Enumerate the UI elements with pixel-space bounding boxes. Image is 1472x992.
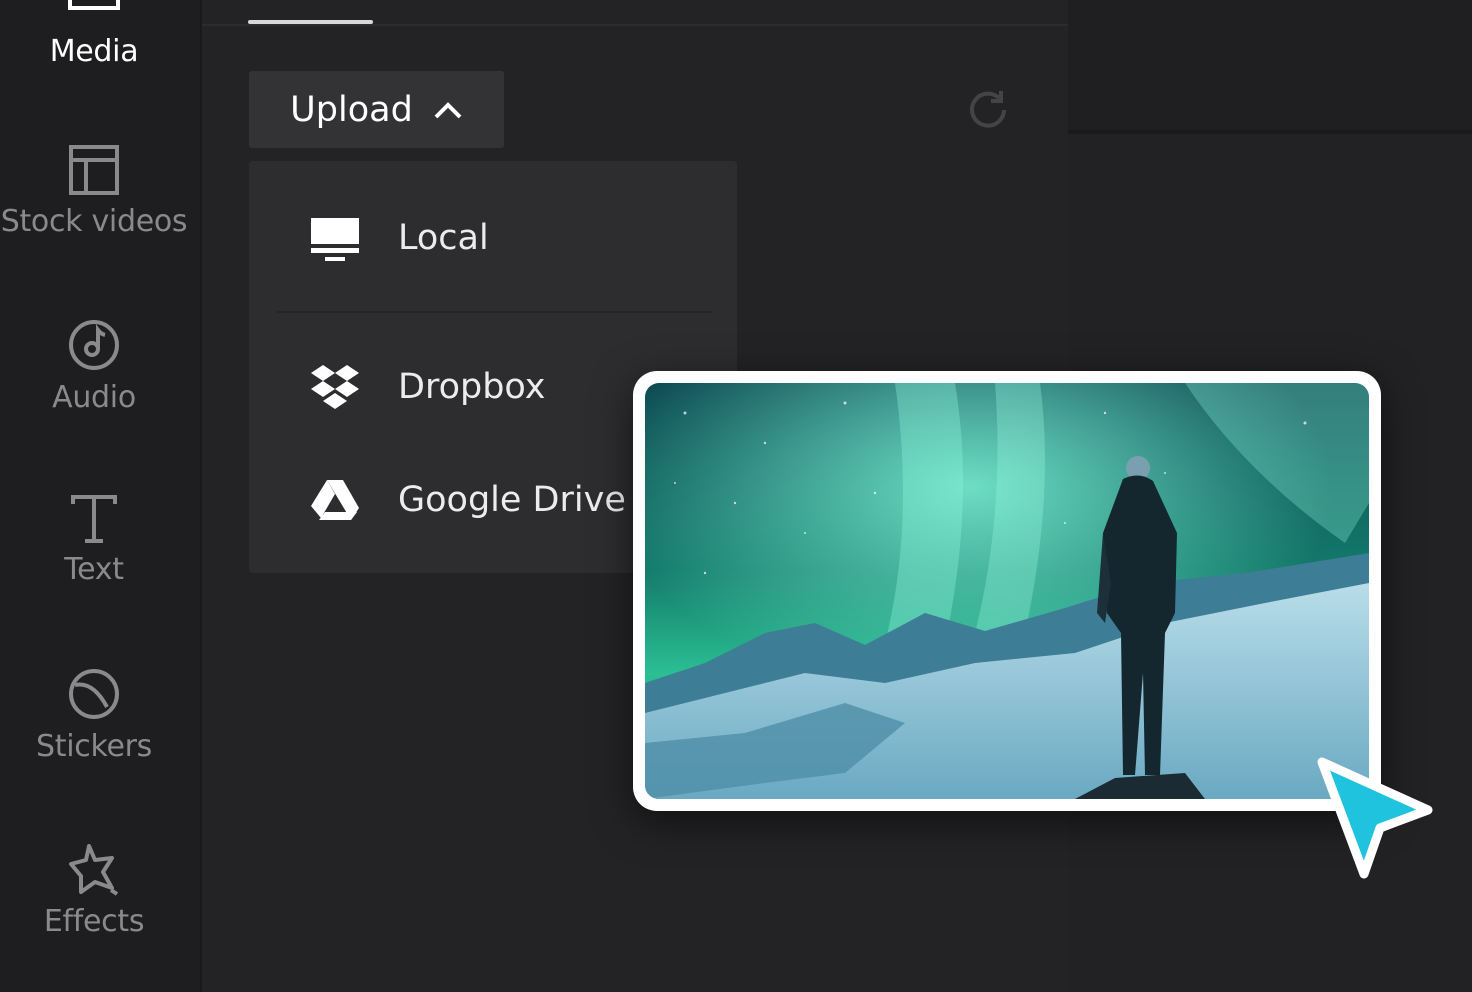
upload-option-label: Dropbox xyxy=(398,367,546,407)
preview-header xyxy=(1068,0,1472,134)
sidebar-item-label: Audio xyxy=(52,380,136,415)
stickers-icon xyxy=(69,669,119,719)
sidebar-item-label: Stock videos xyxy=(0,204,188,239)
google-drive-icon xyxy=(311,480,359,520)
menu-divider xyxy=(277,311,713,313)
upload-option-local[interactable]: Local xyxy=(249,188,737,288)
sidebar-item-label: Effects xyxy=(43,904,145,939)
monitor-icon xyxy=(311,218,359,261)
stock-videos-icon xyxy=(69,145,119,195)
dropbox-icon xyxy=(311,365,359,409)
text-icon xyxy=(71,495,117,543)
sidebar-item-text[interactable]: Text xyxy=(0,494,188,587)
upload-option-label: Local xyxy=(398,218,489,258)
photo-preview-card[interactable] xyxy=(633,371,1381,811)
sidebar-item-label: Stickers xyxy=(36,729,152,764)
media-icon xyxy=(68,0,120,10)
sidebar-item-stock-videos[interactable]: Stock videos xyxy=(0,144,188,239)
sidebar-item-label: Media xyxy=(49,34,139,69)
sidebar-item-effects[interactable]: Effects xyxy=(0,842,188,939)
aurora-landscape-photo xyxy=(645,383,1369,799)
sidebar-item-label: Text xyxy=(64,552,124,587)
pointer-cursor-icon xyxy=(1317,757,1433,879)
refresh-icon[interactable] xyxy=(966,88,1010,132)
audio-icon xyxy=(69,320,119,370)
upload-option-label: Google Drive xyxy=(398,480,626,520)
active-tab-indicator xyxy=(248,20,373,24)
sidebar: Media Stock videos Audio Text Stickers E… xyxy=(0,0,202,992)
sidebar-item-audio[interactable]: Audio xyxy=(0,318,188,415)
upload-button[interactable]: Upload xyxy=(249,71,504,148)
sidebar-item-stickers[interactable]: Stickers xyxy=(0,667,188,764)
chevron-up-icon xyxy=(434,101,462,118)
effects-icon xyxy=(69,844,119,896)
upload-button-label: Upload xyxy=(290,89,413,130)
tab-divider xyxy=(202,24,1068,26)
sidebar-item-media[interactable]: Media xyxy=(0,0,188,69)
